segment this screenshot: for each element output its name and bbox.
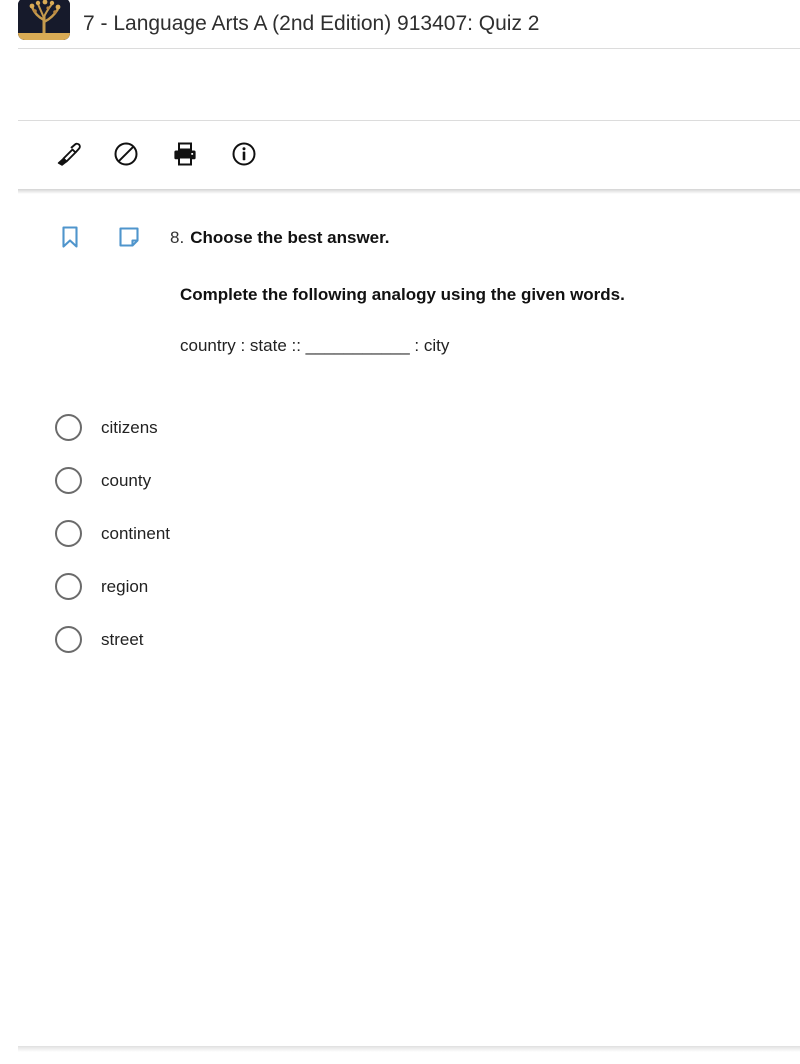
answer-option-label: continent (101, 523, 170, 543)
note-button[interactable] (114, 224, 144, 254)
clear-highlight-button[interactable] (103, 132, 149, 178)
toolbar-bottom-shadow (18, 189, 800, 194)
question-header: 8. Choose the best answer. (0, 224, 800, 254)
bookmark-button[interactable] (55, 224, 85, 254)
question-instruction: Complete the following analogy using the… (180, 285, 625, 304)
answer-option-0[interactable]: citizens (55, 401, 800, 454)
answer-option-4[interactable]: street (55, 613, 800, 666)
answer-option-label: region (101, 576, 149, 596)
highlighter-icon (52, 139, 82, 172)
answer-option-label: county (101, 470, 152, 490)
radio-button[interactable] (55, 414, 82, 441)
toolbar (0, 121, 800, 194)
question-title: Choose the best answer. (190, 228, 390, 247)
print-button[interactable] (162, 132, 208, 178)
prohibited-icon (111, 139, 141, 172)
answer-option-label: citizens (101, 417, 158, 437)
answer-options: citizens county continent region street (0, 401, 800, 666)
question-area: 8. Choose the best answer. Complete the … (0, 194, 800, 666)
header-spacer (0, 49, 800, 120)
logo-base-bar (18, 33, 70, 40)
radio-button[interactable] (55, 467, 82, 494)
footer-shadow (18, 1047, 800, 1052)
question-analogy: country : state :: ___________ : city (180, 336, 450, 355)
radio-button[interactable] (55, 520, 82, 547)
radio-button[interactable] (55, 573, 82, 600)
note-icon (116, 224, 142, 255)
app-header: 7 - Language Arts A (2nd Edition) 913407… (0, 0, 800, 48)
answer-option-3[interactable]: region (55, 560, 800, 613)
info-circle-icon (229, 139, 259, 172)
answer-option-2[interactable]: continent (55, 507, 800, 560)
highlighter-button[interactable] (44, 132, 90, 178)
tree-logo-icon (18, 0, 70, 40)
radio-button[interactable] (55, 626, 82, 653)
answer-option-label: street (101, 629, 144, 649)
info-button[interactable] (221, 132, 267, 178)
printer-icon (170, 139, 200, 172)
question-number: 8. (170, 228, 185, 247)
page-title: 7 - Language Arts A (2nd Edition) 913407… (83, 12, 540, 35)
bookmark-icon (57, 224, 83, 255)
answer-option-1[interactable]: county (55, 454, 800, 507)
